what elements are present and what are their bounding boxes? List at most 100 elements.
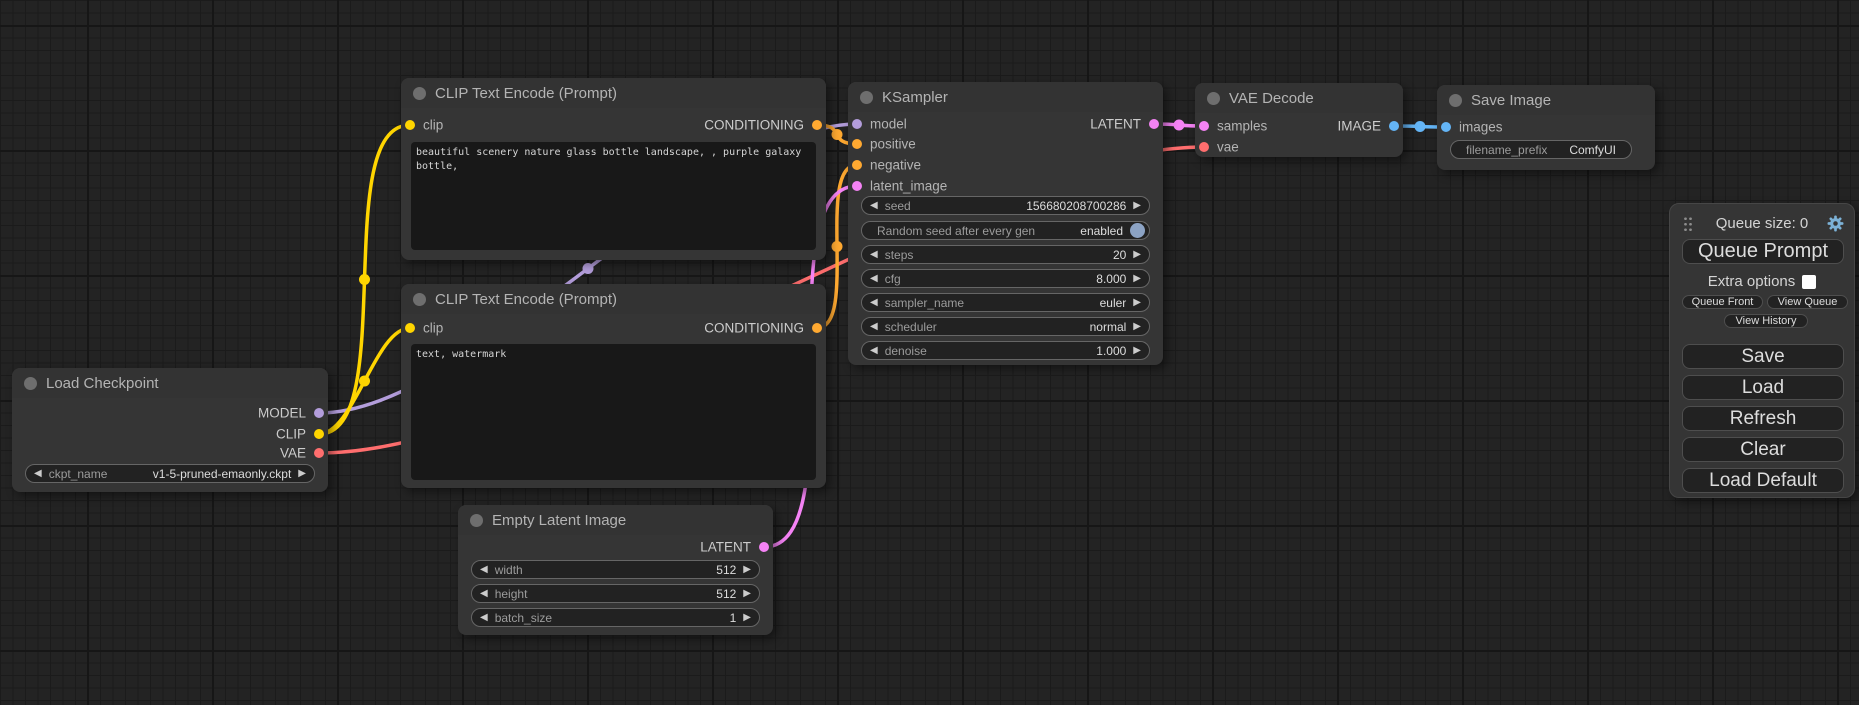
output-pin-image[interactable] [1389,121,1399,131]
collapse-dot-icon[interactable] [24,377,37,390]
collapse-dot-icon[interactable] [413,87,426,100]
input-slot-latent-image: latent_image [848,176,1163,196]
node-save-image[interactable]: Save Image images filename_prefix ComfyU… [1437,85,1655,170]
widget-seed[interactable]: ◀ seed 156680208700286 ▶ [861,196,1150,215]
widget-batch-size[interactable]: ◀ batch_size 1 ▶ [471,608,760,627]
prev-value-arrow[interactable]: ◀ [870,346,878,356]
output-pin-clip[interactable] [314,429,324,439]
positive-prompt-textarea[interactable]: beautiful scenery nature glass bottle la… [411,142,816,250]
input-pin-vae[interactable] [1199,142,1209,152]
collapse-dot-icon[interactable] [470,514,483,527]
node-title-bar[interactable]: Save Image [1437,85,1655,115]
collapse-dot-icon[interactable] [1449,94,1462,107]
negative-prompt-textarea[interactable]: text, watermark [411,344,816,480]
widget-sampler-name[interactable]: ◀ sampler_name euler ▶ [861,293,1150,312]
node-empty-latent-image[interactable]: Empty Latent Image LATENT ◀ width 512 ▶ … [458,505,773,635]
widget-cfg[interactable]: ◀ cfg 8.000 ▶ [861,269,1150,288]
link-midpoint-dot-clip-to-negative-prompt[interactable] [359,376,370,387]
node-vae-decode[interactable]: VAE Decode samples IMAGE vae [1195,83,1403,157]
link-midpoint-dot-conditioning-positive[interactable] [832,129,843,140]
next-value-arrow[interactable]: ▶ [743,565,751,575]
prev-value-arrow[interactable]: ◀ [34,469,42,479]
queue-front-button[interactable]: Queue Front [1682,295,1763,309]
next-value-arrow[interactable]: ▶ [1133,322,1141,332]
input-slot-model: model LATENT [848,114,1163,134]
node-clip-text-encode-positive[interactable]: CLIP Text Encode (Prompt) clip CONDITION… [401,78,826,260]
load-button[interactable]: Load [1682,375,1844,400]
prev-value-arrow[interactable]: ◀ [870,250,878,260]
node-title-bar[interactable]: CLIP Text Encode (Prompt) [401,284,826,314]
link-midpoint-dot-conditioning-negative[interactable] [832,241,843,252]
next-value-arrow[interactable]: ▶ [1133,274,1141,284]
input-pin-clip[interactable] [405,323,415,333]
collapse-dot-icon[interactable] [413,293,426,306]
prev-value-arrow[interactable]: ◀ [480,589,488,599]
node-ksampler[interactable]: KSampler model LATENT positive negative … [848,82,1163,365]
next-value-arrow[interactable]: ▶ [1133,201,1141,211]
view-history-button[interactable]: View History [1724,314,1808,328]
node-title-bar[interactable]: Empty Latent Image [458,505,773,535]
output-slot-clip: CLIP [12,424,328,444]
widget-width[interactable]: ◀ width 512 ▶ [471,560,760,579]
node-title-bar[interactable]: KSampler [848,82,1163,112]
next-value-arrow[interactable]: ▶ [1133,250,1141,260]
prev-value-arrow[interactable]: ◀ [870,298,878,308]
widget-steps[interactable]: ◀ steps 20 ▶ [861,245,1150,264]
node-clip-text-encode-negative[interactable]: CLIP Text Encode (Prompt) clip CONDITION… [401,284,826,488]
node-title-bar[interactable]: Load Checkpoint [12,368,328,398]
load-default-button[interactable]: Load Default [1682,468,1844,493]
link-midpoint-dot-latent-to-samples[interactable] [1174,120,1185,131]
link-midpoint-dot-image[interactable] [1415,121,1426,132]
node-title: Load Checkpoint [46,375,159,392]
next-value-arrow[interactable]: ▶ [1133,346,1141,356]
comfy-menu-panel[interactable]: Queue size: 0 Queue Prompt Extra options… [1669,203,1855,498]
collapse-dot-icon[interactable] [860,91,873,104]
input-pin-model[interactable] [852,119,862,129]
output-pin-vae[interactable] [314,448,324,458]
prev-value-arrow[interactable]: ◀ [870,274,878,284]
next-value-arrow[interactable]: ▶ [743,613,751,623]
next-value-arrow[interactable]: ▶ [1133,298,1141,308]
refresh-button[interactable]: Refresh [1682,406,1844,431]
next-value-arrow[interactable]: ▶ [743,589,751,599]
settings-gear-icon[interactable] [1826,214,1845,233]
link-midpoint-dot-clip-to-positive-prompt[interactable] [359,274,370,285]
link-midpoint-dot-model[interactable] [583,263,594,274]
prev-value-arrow[interactable]: ◀ [870,322,878,332]
extra-options-checkbox[interactable] [1802,275,1816,289]
node-load-checkpoint[interactable]: Load Checkpoint MODEL CLIP VAE ◀ ckpt_na… [12,368,328,492]
input-pin-images[interactable] [1441,122,1451,132]
widget-filename-prefix[interactable]: filename_prefix ComfyUI [1450,140,1632,159]
widget-random-seed-toggle[interactable]: Random seed after every gen enabled [861,221,1150,240]
next-value-arrow[interactable]: ▶ [298,469,306,479]
output-pin-latent[interactable] [759,542,769,552]
prev-value-arrow[interactable]: ◀ [480,613,488,623]
widget-denoise[interactable]: ◀ denoise 1.000 ▶ [861,341,1150,360]
prev-value-arrow[interactable]: ◀ [870,201,878,211]
input-pin-negative[interactable] [852,160,862,170]
node-title-bar[interactable]: VAE Decode [1195,83,1403,113]
output-pin-latent[interactable] [1149,119,1159,129]
prev-value-arrow[interactable]: ◀ [480,565,488,575]
output-pin-conditioning[interactable] [812,120,822,130]
input-pin-latent-image[interactable] [852,181,862,191]
clear-button[interactable]: Clear [1682,437,1844,462]
queue-prompt-button[interactable]: Queue Prompt [1682,239,1844,264]
widget-height[interactable]: ◀ height 512 ▶ [471,584,760,603]
graph-canvas[interactable]: Load Checkpoint MODEL CLIP VAE ◀ ckpt_na… [0,0,1859,705]
input-pin-positive[interactable] [852,139,862,149]
toggle-knob[interactable] [1130,223,1145,238]
collapse-dot-icon[interactable] [1207,92,1220,105]
node-title-bar[interactable]: CLIP Text Encode (Prompt) [401,78,826,108]
view-queue-button[interactable]: View Queue [1767,295,1848,309]
widget-scheduler[interactable]: ◀ scheduler normal ▶ [861,317,1150,336]
input-pin-samples[interactable] [1199,121,1209,131]
output-pin-model[interactable] [314,408,324,418]
output-pin-conditioning[interactable] [812,323,822,333]
input-slot-vae: vae [1195,137,1403,157]
widget-ckpt-name[interactable]: ◀ ckpt_name v1-5-pruned-emaonly.ckpt ▶ [25,464,315,483]
input-pin-clip[interactable] [405,120,415,130]
save-button[interactable]: Save [1682,344,1844,369]
slot-row-clip-conditioning: clip CONDITIONING [401,318,826,338]
node-title: KSampler [882,89,948,106]
